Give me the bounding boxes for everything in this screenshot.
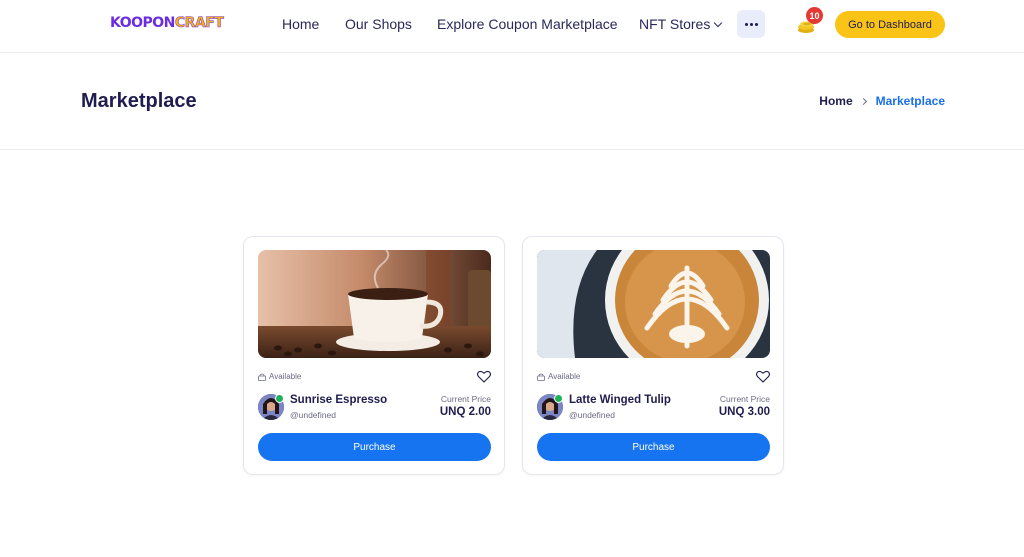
- nav-our-shops[interactable]: Our Shops: [345, 16, 412, 32]
- heart-icon[interactable]: [756, 370, 770, 383]
- price-value: UNQ 2.00: [439, 406, 491, 418]
- breadcrumb-current: Marketplace: [875, 94, 945, 108]
- page-header: Marketplace Home Marketplace: [0, 53, 1024, 150]
- availability-label: Available: [269, 372, 302, 381]
- lock-icon: [258, 373, 266, 381]
- availability-label: Available: [548, 372, 581, 381]
- item-name[interactable]: Latte Winged Tulip: [569, 394, 671, 406]
- price-value: UNQ 3.00: [718, 406, 770, 418]
- espresso-cup-photo: [258, 250, 491, 358]
- owner-handle[interactable]: @undefined: [290, 410, 336, 420]
- chevron-right-icon: [859, 97, 867, 105]
- lock-icon: [537, 373, 545, 381]
- item-name[interactable]: Sunrise Espresso: [290, 394, 387, 406]
- espresso-cup-image[interactable]: [258, 250, 491, 358]
- product-card[interactable]: Available Sunrise Espresso @undefined Cu…: [243, 236, 505, 475]
- purchase-button[interactable]: Purchase: [537, 433, 770, 461]
- verified-icon: [275, 394, 284, 403]
- site-logo[interactable]: KOOPONCRAFT: [110, 15, 225, 32]
- latte-art-photo: [537, 250, 770, 358]
- purchase-button[interactable]: Purchase: [258, 433, 491, 461]
- owner-handle[interactable]: @undefined: [569, 410, 615, 420]
- heart-icon[interactable]: [477, 370, 491, 383]
- product-card[interactable]: Available Latte Winged Tulip @undefined …: [522, 236, 784, 475]
- latte-art-image[interactable]: [537, 250, 770, 358]
- availability-status: Available: [258, 372, 301, 381]
- nav-nft-stores-label: NFT Stores: [639, 16, 711, 32]
- top-navbar: KOOPONCRAFT Home Our Shops Explore Coupo…: [0, 0, 1024, 53]
- breadcrumb: Home Marketplace: [819, 94, 945, 108]
- breadcrumb-home-link[interactable]: Home: [819, 94, 852, 108]
- more-icon: [744, 22, 748, 26]
- page-title: Marketplace: [81, 90, 197, 112]
- chevron-down-icon: [714, 18, 723, 28]
- nav-nft-stores[interactable]: NFT Stores: [639, 16, 723, 32]
- availability-status: Available: [537, 372, 580, 381]
- verified-icon: [554, 394, 563, 403]
- cart-count-badge: 10: [806, 7, 823, 24]
- nav-explore-coupon-marketplace[interactable]: Explore Coupon Marketplace: [437, 16, 618, 32]
- price-label: Current Price: [719, 394, 770, 404]
- logo-text-part1: KOOPON: [110, 15, 175, 31]
- nav-home[interactable]: Home: [282, 16, 319, 32]
- logo-text-part2: CRAFT: [174, 15, 225, 32]
- more-menu-button[interactable]: [737, 10, 765, 38]
- price-label: Current Price: [440, 394, 491, 404]
- go-to-dashboard-button[interactable]: Go to Dashboard: [835, 11, 945, 38]
